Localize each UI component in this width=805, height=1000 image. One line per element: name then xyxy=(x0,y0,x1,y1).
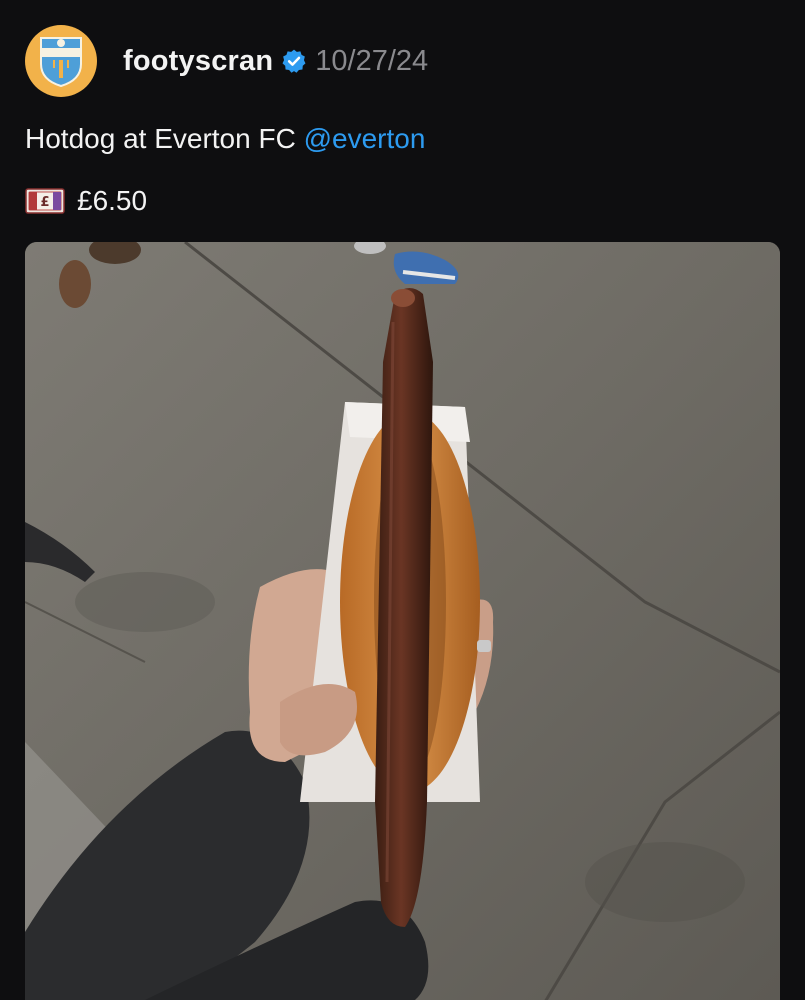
post-date: 10/27/24 xyxy=(315,44,429,77)
hotdog-photo[interactable] xyxy=(25,242,780,1000)
pound-banknote-icon: £ xyxy=(25,188,65,214)
post-header: footyscran 10/27/24 xyxy=(25,25,428,97)
price-value: £6.50 xyxy=(77,185,148,216)
social-post: footyscran 10/27/24 Hotdog at Everton FC… xyxy=(0,0,805,1000)
footy-scran-badge-icon xyxy=(40,37,82,88)
avatar[interactable] xyxy=(25,25,97,97)
svg-text:£: £ xyxy=(40,195,49,210)
price-line: £ £6.50 xyxy=(25,183,147,219)
caption-text: Hotdog at Everton FC xyxy=(25,123,304,154)
post-caption: Hotdog at Everton FC @everton xyxy=(25,121,425,157)
verified-badge-icon xyxy=(281,48,307,74)
username[interactable]: footyscran xyxy=(123,45,273,78)
mention-link[interactable]: @everton xyxy=(304,123,426,154)
